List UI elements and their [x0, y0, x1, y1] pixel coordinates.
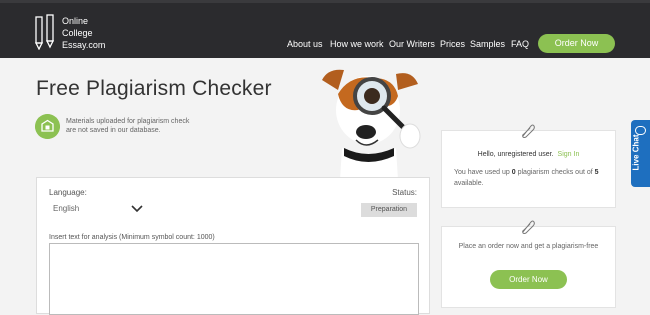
nav-our-writers[interactable]: Our Writers: [389, 39, 435, 51]
status-badge: Preparation: [361, 203, 417, 217]
logo-line: Online: [62, 16, 89, 26]
live-chat-label: Live Chat: [631, 134, 641, 171]
chevron-down-icon[interactable]: [131, 205, 143, 213]
usage-suffix: available.: [454, 180, 484, 187]
language-label: Language:: [49, 188, 87, 197]
sign-in-link[interactable]: Sign In: [558, 151, 580, 158]
shield-icon: [35, 114, 60, 139]
site-logo-text[interactable]: Online College Essay.com: [62, 15, 122, 51]
total-count: 5: [594, 169, 599, 176]
header-order-now-button[interactable]: Order Now: [538, 34, 615, 53]
nav-faq[interactable]: FAQ: [511, 39, 529, 51]
status-label: Status:: [392, 188, 417, 197]
paperclip-icon: [522, 220, 535, 234]
usage-middle: plagiarism checks out of: [517, 169, 593, 176]
page-title: Free Plagiarism Checker: [36, 77, 272, 100]
plagiarism-checker-form: Language: English Status: Preparation In…: [36, 177, 430, 315]
nav-about-us[interactable]: About us: [287, 39, 323, 51]
top-navigation-bar: Online College Essay.com About us How we…: [0, 0, 650, 58]
order-promo-text: Place an order now and get a plagiarism-…: [458, 243, 599, 250]
paperclip-icon: [522, 124, 535, 138]
privacy-note: Materials uploaded for plagiarism check …: [66, 118, 190, 134]
logo-line: Essay.com: [62, 40, 106, 50]
nav-samples[interactable]: Samples: [470, 39, 505, 51]
used-count: 0: [511, 169, 516, 176]
usage-text: You have used up 0 plagiarism checks out…: [454, 167, 604, 189]
pencil-logo-icon[interactable]: [34, 14, 58, 50]
dog-with-magnifier-illustration: [322, 69, 421, 180]
nav-how-we-work[interactable]: How we work: [330, 39, 384, 51]
greeting-text: Hello, unregistered user.: [477, 151, 554, 158]
logo-line: College: [62, 28, 93, 38]
top-stripe: [0, 0, 650, 3]
nav-prices[interactable]: Prices: [440, 39, 465, 51]
language-select[interactable]: English: [53, 204, 143, 213]
user-status-card: Hello, unregistered user. Sign In You hav…: [441, 124, 616, 208]
order-now-button[interactable]: Order Now: [490, 270, 567, 289]
usage-prefix: You have used up: [454, 169, 510, 176]
text-analysis-input[interactable]: [49, 243, 419, 315]
order-promo-card: Place an order now and get a plagiarism-…: [441, 220, 616, 308]
greeting: Hello, unregistered user. Sign In: [442, 151, 615, 158]
live-chat-tab[interactable]: Live Chat: [631, 120, 650, 187]
text-input-label: Insert text for analysis (Minimum symbol…: [49, 234, 215, 241]
